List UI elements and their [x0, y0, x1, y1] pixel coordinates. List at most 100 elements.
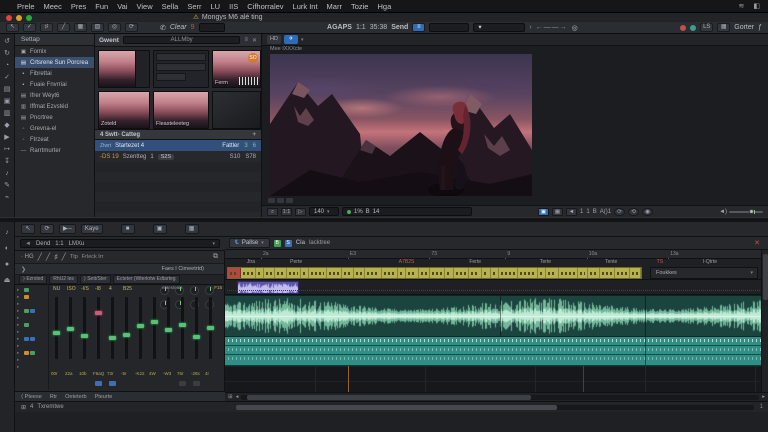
chord-cell[interactable]: [518, 268, 538, 278]
fader-cap[interactable]: [109, 335, 116, 340]
close-window-button[interactable]: [6, 15, 12, 21]
menu-item[interactable]: Cifhorralev: [247, 2, 283, 11]
media-controls-cluster[interactable]: [153, 50, 209, 88]
cursor-tool-icon[interactable]: ↖: [21, 224, 35, 234]
timeline-hscrollbar[interactable]: ⊞ ◂ ▸: [225, 392, 768, 401]
stop-button-icon[interactable]: ■: [120, 224, 135, 234]
mini-button[interactable]: [268, 198, 275, 203]
chord-cell[interactable]: [499, 268, 519, 278]
strip-tool-icon[interactable]: ▶: [2, 133, 12, 142]
send-button[interactable]: Send: [391, 24, 408, 31]
fader-cap[interactable]: [179, 322, 186, 327]
timeline-marker[interactable]: I-Qtrte: [703, 259, 717, 265]
media-thumbnail[interactable]: Fleasteleeteg: [153, 91, 209, 129]
device-dropdown[interactable]: ◄ Dend 1:1 LMXu ▾: [20, 239, 220, 248]
chord-cell[interactable]: [342, 268, 355, 278]
clear-button[interactable]: Clear: [170, 24, 187, 31]
channel-badge[interactable]: [109, 381, 116, 386]
media-thumbnail[interactable]: [98, 50, 150, 88]
menu-item[interactable]: LU: [211, 2, 221, 11]
chord-cell[interactable]: [559, 268, 579, 278]
play-icon[interactable]: ▷: [295, 207, 306, 216]
ls-button[interactable]: LS: [700, 23, 714, 32]
note-tool-icon[interactable]: ♯: [54, 254, 58, 261]
channel-fader[interactable]: [95, 297, 102, 359]
tree-item[interactable]: ▪ Fuaie Fnvrriai: [15, 79, 94, 90]
channel-fader[interactable]: [137, 297, 144, 359]
tree-item[interactable]: ◦ Ftrzeat: [15, 134, 94, 145]
chord-cell[interactable]: [588, 268, 601, 278]
mixer-knob[interactable]: [190, 286, 199, 295]
timeline-tab[interactable]: ℄ Pallse ▾: [229, 238, 270, 248]
cycle-tool-icon[interactable]: ⟳: [125, 23, 138, 32]
loop-button-icon[interactable]: ⟳: [614, 207, 626, 216]
menu-item[interactable]: Fun: [95, 2, 108, 11]
channel-fader[interactable]: [67, 297, 74, 359]
strip-tool-icon[interactable]: ↧: [2, 157, 12, 166]
status-menu-icon[interactable]: ◧: [753, 2, 760, 10]
cia-button[interactable]: Cia: [296, 240, 305, 246]
fader-cap[interactable]: [95, 311, 102, 316]
green-flag-icon[interactable]: B: [273, 239, 281, 247]
fader-cap[interactable]: [165, 328, 172, 333]
check-tool-icon[interactable]: ✓: [23, 23, 36, 32]
chord-cell[interactable]: [365, 268, 383, 278]
media-menu-icon[interactable]: ≡: [244, 37, 248, 43]
tab-dropdown-icon[interactable]: ▾: [301, 37, 304, 43]
channel-badge[interactable]: [193, 381, 200, 386]
mixer-row-label[interactable]: ▸: [17, 301, 46, 307]
tab-hd[interactable]: HD: [267, 35, 281, 44]
teal-audio-track[interactable]: [225, 337, 768, 366]
channel-fader[interactable]: [165, 297, 172, 359]
mini-button[interactable]: [286, 198, 293, 203]
close-panel-icon[interactable]: ✕: [754, 239, 760, 247]
scroll-right-icon[interactable]: ▸: [762, 394, 765, 400]
mixer-row-label[interactable]: ▸: [17, 336, 46, 342]
strip-tool-icon[interactable]: ●: [2, 260, 12, 269]
strip-tool-icon[interactable]: ♪: [2, 169, 12, 178]
status-item[interactable]: Oeteterb: [65, 394, 86, 400]
zoom-out-icon[interactable]: ⊞: [228, 394, 233, 400]
timeline-marker[interactable]: TS: [657, 259, 663, 265]
grid-view-icon[interactable]: ▦: [717, 23, 731, 32]
loop-circle-icon[interactable]: ◎: [572, 24, 578, 32]
fader-cap[interactable]: [151, 320, 158, 325]
timeline-marker[interactable]: Terte: [540, 259, 551, 265]
fader-cap[interactable]: [207, 325, 214, 330]
bottom-scroll-thumb[interactable]: [236, 404, 557, 410]
menu-item[interactable]: IIS: [229, 2, 238, 11]
play-tool-icon[interactable]: ▶─: [59, 224, 76, 234]
fader-cap[interactable]: [67, 327, 74, 331]
chord-cell[interactable]: [578, 268, 588, 278]
channel-fader[interactable]: [207, 297, 214, 359]
timeline-marker[interactable]: Tente: [605, 259, 617, 265]
channel-fader[interactable]: [53, 297, 60, 359]
fader-cap[interactable]: [81, 333, 88, 338]
zoom-window-button[interactable]: [26, 15, 32, 21]
fader-cap[interactable]: [137, 324, 144, 329]
record-button-icon[interactable]: ◉: [642, 207, 654, 216]
kaye-button[interactable]: Kaye: [80, 224, 103, 234]
menu-item[interactable]: Hga: [377, 2, 391, 11]
fader-cap[interactable]: [53, 331, 60, 336]
timeline-marker[interactable]: A7B2S: [399, 259, 415, 265]
loop-tool-icon[interactable]: ⟳: [40, 224, 54, 234]
timeline-ruler[interactable]: 2a E3 73 9 10a 13a: [225, 250, 768, 260]
chord-cell[interactable]: [228, 268, 242, 278]
library-tool-icon[interactable]: ▦: [74, 23, 87, 32]
tree-item[interactable]: ▤ Pncrtree: [15, 112, 94, 123]
channel-fader[interactable]: [193, 297, 200, 359]
fader-cap[interactable]: [193, 334, 200, 339]
menu-item[interactable]: View: [137, 2, 153, 11]
menu-item[interactable]: Tozie: [351, 2, 369, 11]
ratio-label[interactable]: 1:1: [356, 24, 366, 31]
mixer-row-label[interactable]: ▸: [17, 364, 46, 370]
mixer-tab[interactable]: ⟩ Ezrsted: [19, 275, 48, 284]
mixer-row-label[interactable]: ▸: [17, 294, 46, 300]
channel-fader[interactable]: [109, 297, 116, 359]
strip-tool-icon[interactable]: ⏏: [2, 276, 12, 285]
menu-item[interactable]: Vai: [117, 2, 127, 11]
target-tool-icon[interactable]: ◎: [108, 23, 121, 32]
tree-item[interactable]: ▥ Iffmat Ezvstéd: [15, 101, 94, 112]
audio-mode-icon[interactable]: ◄: [566, 207, 578, 216]
